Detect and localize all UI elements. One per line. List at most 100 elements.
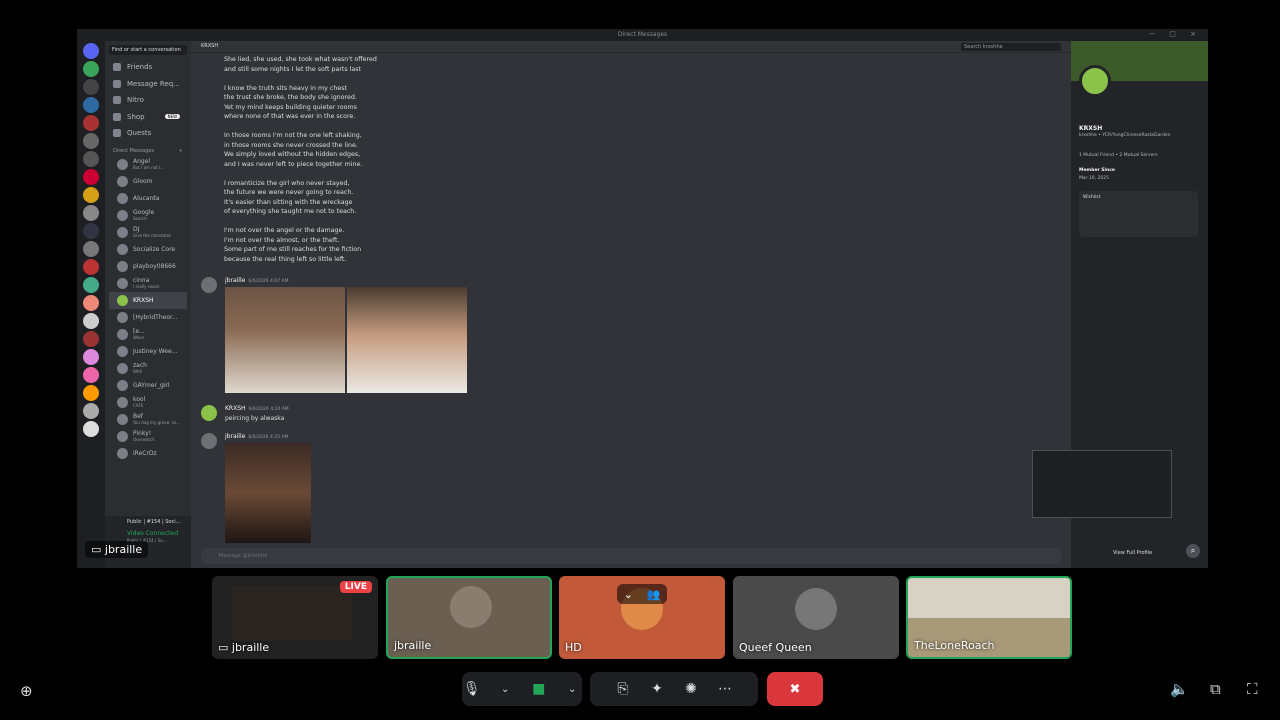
server-icon[interactable]	[83, 61, 99, 77]
dm-search-input[interactable]: Find or start a conversation	[109, 45, 187, 55]
wishlist-label: Wishlist	[1083, 195, 1101, 200]
tile-controls[interactable]: ⌄ 👥	[617, 584, 667, 604]
dm-item[interactable]: iReCrDz	[105, 445, 191, 462]
more-icon[interactable]: ⋯	[715, 679, 735, 699]
message-author[interactable]: jbraille	[225, 277, 245, 284]
server-icon[interactable]	[83, 187, 99, 203]
nav-friends[interactable]: Friends	[105, 59, 191, 76]
server-icon[interactable]	[83, 223, 99, 239]
volume-icon[interactable]: 🔈	[1170, 680, 1189, 698]
chevron-down-icon[interactable]: ⌄	[624, 588, 633, 601]
dm-item[interactable]: Bef You dug my grave, so...	[105, 411, 191, 428]
participant-tile-stream[interactable]: LIVE ▭ jbraille	[212, 576, 378, 659]
nav-quests[interactable]: Quests	[105, 125, 191, 142]
wishlist[interactable]: Wishlist	[1079, 191, 1198, 237]
server-rail	[77, 41, 105, 568]
server-icon[interactable]	[83, 277, 99, 293]
camera-icon[interactable]: ■	[529, 679, 549, 699]
dm-item[interactable]: GAYmer_girl	[105, 377, 191, 394]
dm-item[interactable]: Angel But I am not t...	[105, 156, 191, 173]
participant-tile[interactable]: jbraille	[386, 576, 552, 659]
nav-shop[interactable]: Shop NEW	[105, 109, 191, 126]
shared-screen[interactable]: Direct Messages − □ × Find or start a co…	[77, 29, 1208, 568]
people-icon[interactable]: 👥	[647, 588, 661, 601]
popout-icon[interactable]: ⧉	[1210, 680, 1221, 698]
server-icon[interactable]	[83, 169, 99, 185]
dm-item[interactable]: Gloom	[105, 173, 191, 190]
participant-tile[interactable]: Queef Queen	[733, 576, 899, 659]
server-icon[interactable]	[83, 295, 99, 311]
message-header: jbraille 6/6/2026 4:25 AM	[225, 433, 288, 440]
fullscreen-icon[interactable]: ⛶	[1247, 680, 1258, 698]
dm-item[interactable]: kool CAFE	[105, 394, 191, 411]
dm-item[interactable]: Justiney Wee...	[105, 343, 191, 360]
server-icon[interactable]	[83, 331, 99, 347]
server-icon[interactable]	[83, 367, 99, 383]
zoom-icon[interactable]: ⌕	[1186, 544, 1200, 558]
server-icon[interactable]	[83, 385, 99, 401]
server-icon[interactable]	[83, 241, 99, 257]
photo-attachment[interactable]	[347, 287, 467, 393]
window-titlebar: Direct Messages − □ ×	[77, 29, 1208, 41]
microphone-icon[interactable]: 🎙	[462, 679, 482, 699]
soundboard-icon[interactable]: ✺	[681, 679, 701, 699]
photo-attachment[interactable]	[225, 287, 345, 393]
message-author[interactable]: jbraille	[225, 433, 245, 440]
dm-item[interactable]: playboy08666	[105, 258, 191, 275]
dm-item[interactable]: Pinky! Overwatch	[105, 428, 191, 445]
view-full-profile-link[interactable]: View Full Profile	[1113, 550, 1152, 556]
hang-up-icon: ✖	[789, 681, 801, 697]
screen-share-icon[interactable]: ⎘	[613, 679, 633, 699]
server-icon[interactable]	[83, 421, 99, 437]
participant-tile[interactable]: ⌄ 👥 HD	[559, 576, 725, 659]
server-icon[interactable]	[83, 349, 99, 365]
nav-message-requests[interactable]: Message Req...	[105, 76, 191, 93]
server-icon[interactable]	[83, 97, 99, 113]
dm-item[interactable]: Google Search	[105, 207, 191, 224]
message-author[interactable]: KRXSH	[225, 405, 246, 412]
chevron-down-icon[interactable]: ⌄	[496, 679, 516, 699]
quests-icon	[113, 129, 121, 138]
photo-attachment[interactable]	[225, 443, 311, 543]
dm-item[interactable]: Socialize Core	[105, 241, 191, 258]
server-icon[interactable]	[83, 259, 99, 275]
plus-icon[interactable]: +	[179, 148, 183, 154]
participant-name: Queef Queen	[739, 641, 812, 654]
nav-label: Shop	[127, 112, 145, 121]
dm-item[interactable]: cinna I really swam	[105, 275, 191, 292]
dm-item[interactable]: [e... Wave	[105, 326, 191, 343]
server-icon[interactable]	[83, 403, 99, 419]
server-icon[interactable]	[83, 151, 99, 167]
nav-label: Message Req...	[127, 79, 180, 88]
dm-item[interactable]: zach WAX	[105, 360, 191, 377]
profile-mutuals[interactable]: 1 Mutual Friend • 2 Mutual Servers	[1079, 153, 1158, 158]
dm-name: Google	[133, 209, 155, 216]
nav-nitro[interactable]: Nitro	[105, 92, 191, 109]
server-icon[interactable]	[83, 133, 99, 149]
activities-icon[interactable]: ✦	[647, 679, 667, 699]
leave-call-button[interactable]: ✖	[767, 672, 823, 706]
voice-server[interactable]: Public | #154 | Soci...	[105, 516, 191, 525]
avatar	[117, 294, 128, 306]
message-header: KRXSH 6/6/2026 4:24 AM	[225, 405, 289, 412]
server-icon[interactable]	[83, 79, 99, 95]
picture-in-picture-preview[interactable]	[1032, 450, 1172, 518]
discord-home-icon[interactable]	[83, 43, 99, 59]
participant-tile[interactable]: TheLoneRoach	[906, 576, 1072, 659]
server-icon[interactable]	[83, 313, 99, 329]
chat-search-input[interactable]: Search krxshhe	[961, 43, 1061, 51]
avatar	[117, 192, 128, 204]
dm-item-active[interactable]: KRXSH	[109, 291, 187, 309]
invite-icon[interactable]: ⊕	[20, 682, 33, 700]
dm-item[interactable]: DJ Give the mandates	[105, 224, 191, 241]
dm-name: Gloom	[133, 177, 153, 185]
profile-avatar[interactable]	[1079, 65, 1111, 97]
chat-header-name: KRXSH	[201, 43, 219, 49]
server-icon[interactable]	[83, 115, 99, 131]
server-icon[interactable]	[83, 205, 99, 221]
dm-item[interactable]: [HybridTheor...	[105, 309, 191, 326]
chevron-down-icon[interactable]: ⌄	[563, 679, 583, 699]
message-composer[interactable]: Message @krxshhe	[201, 548, 1061, 564]
dm-item[interactable]: Alucarda	[105, 190, 191, 207]
avatar	[117, 158, 128, 170]
